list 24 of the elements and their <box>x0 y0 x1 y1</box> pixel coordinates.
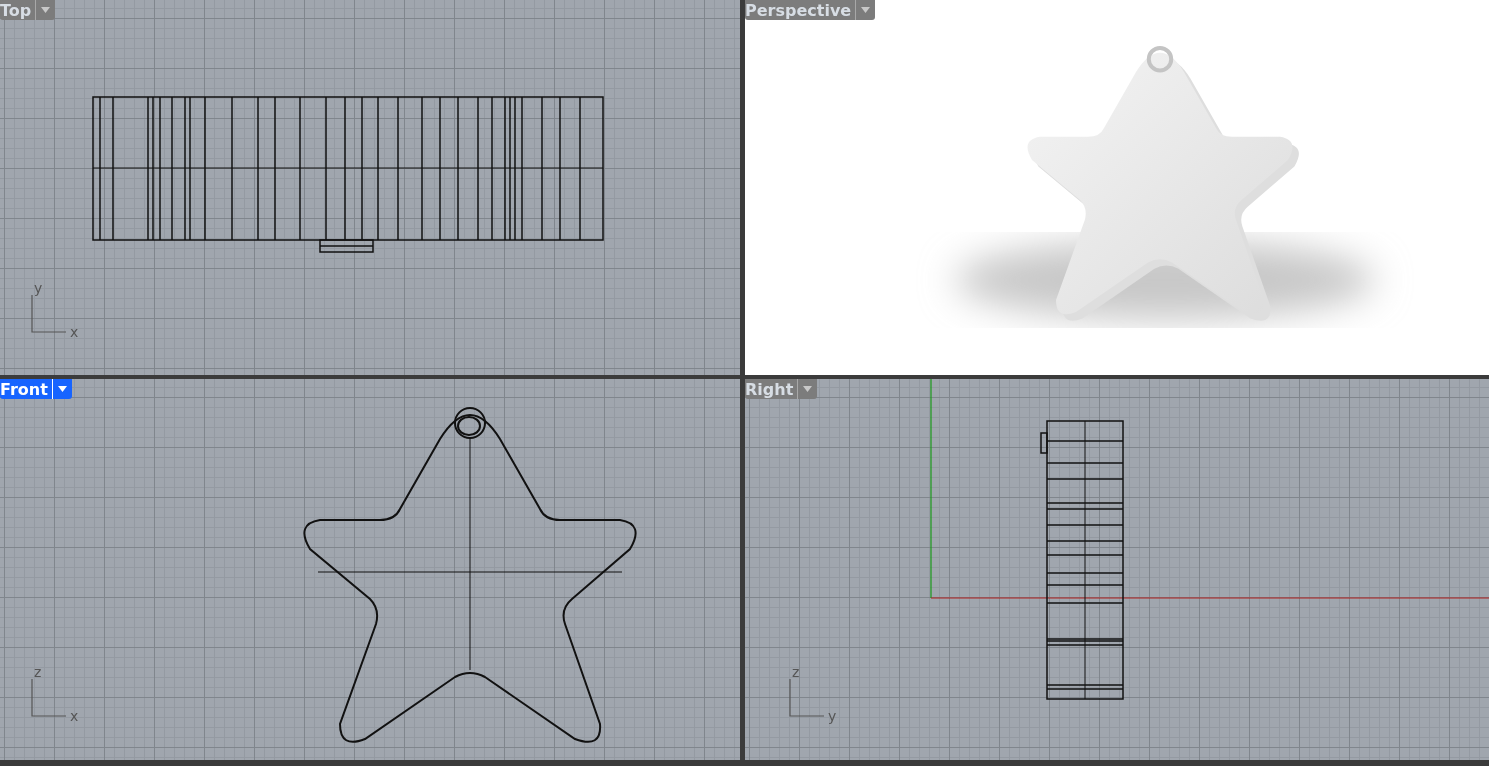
viewport-tab[interactable]: Perspective <box>745 0 856 20</box>
viewport-tab[interactable]: Top <box>0 0 36 20</box>
axis-label: z <box>34 664 42 680</box>
dropdown-button[interactable] <box>797 379 818 399</box>
viewport[interactable]: z x Front <box>0 379 740 760</box>
caret-icon <box>803 386 813 392</box>
axis-label: y <box>34 280 43 296</box>
caret-icon <box>41 7 51 13</box>
viewport-tab[interactable]: Right <box>745 379 798 399</box>
viewport[interactable]: z y Right <box>745 379 1489 760</box>
axis-label: x <box>70 708 79 724</box>
viewport-tab[interactable]: Front <box>0 379 52 399</box>
dropdown-button[interactable] <box>35 0 56 20</box>
axis-label: x <box>70 324 79 340</box>
caret-icon <box>57 386 67 392</box>
viewport[interactable]: Perspective <box>745 0 1489 375</box>
dropdown-button[interactable] <box>855 0 876 20</box>
axis-label: z <box>792 664 800 680</box>
axis-icon <box>789 678 825 717</box>
axis-icon <box>31 678 67 717</box>
caret-icon <box>861 7 871 13</box>
axis-label: y <box>828 708 837 724</box>
viewport[interactable]: y x Top <box>0 0 740 375</box>
axis-icon <box>31 294 67 333</box>
